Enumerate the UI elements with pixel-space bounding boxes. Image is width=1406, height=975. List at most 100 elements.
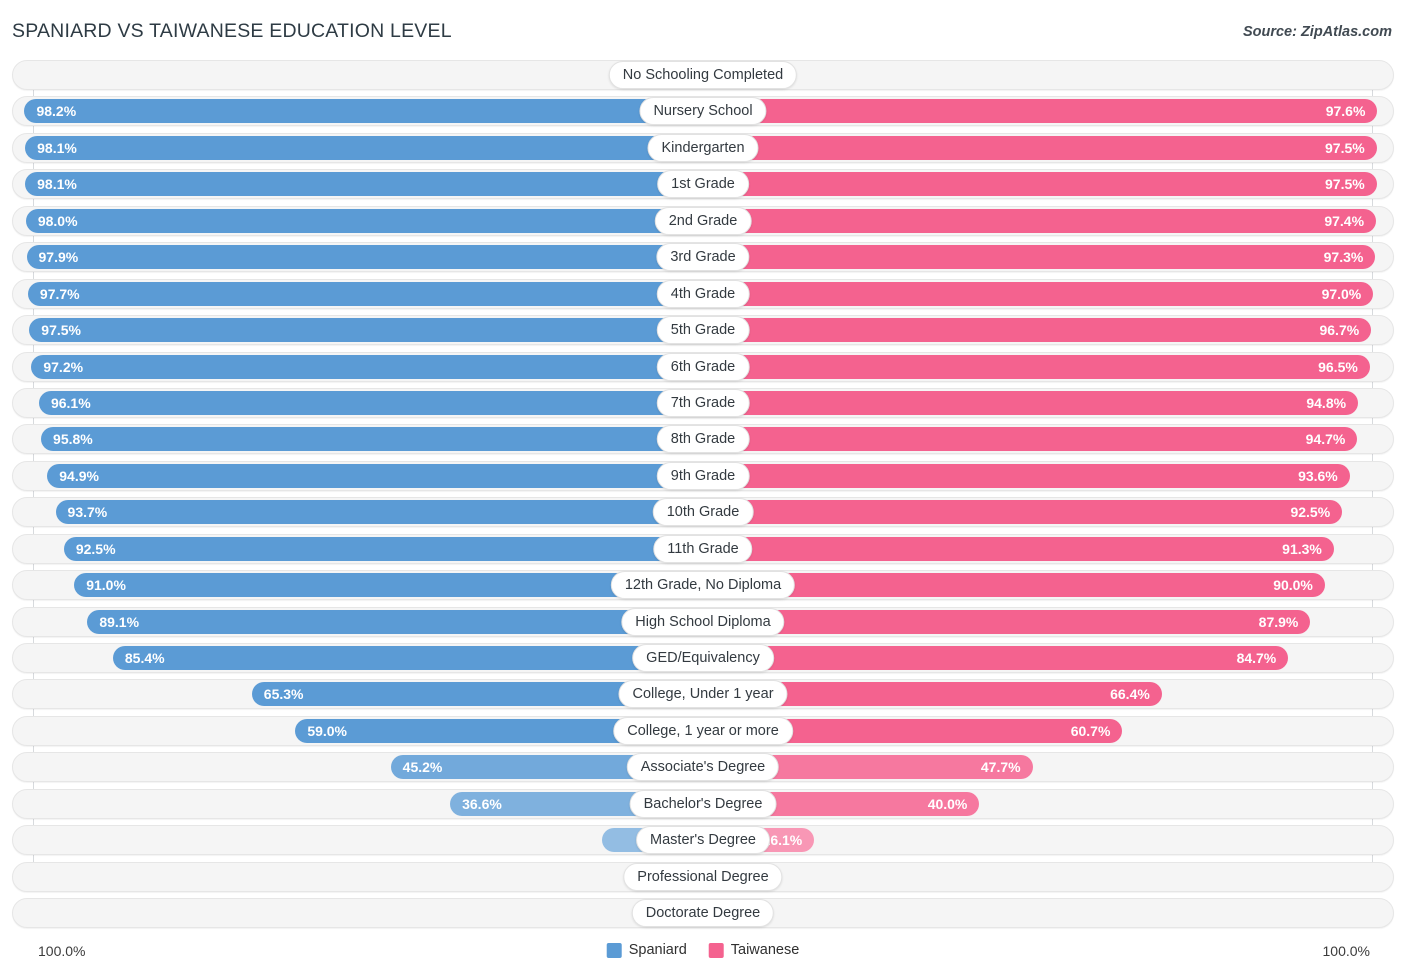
category-label[interactable]: Master's Degree bbox=[636, 826, 770, 855]
category-label[interactable]: 8th Grade bbox=[656, 425, 750, 454]
chart-legend: Spaniard Taiwanese bbox=[606, 942, 800, 958]
category-label[interactable]: High School Diploma bbox=[621, 607, 785, 636]
value-label-taiwanese: 40.0% bbox=[927, 795, 968, 812]
chart-row: 95.8% 94.7% 8th Grade bbox=[0, 424, 1406, 455]
category-label[interactable]: 10th Grade bbox=[652, 498, 754, 527]
category-label[interactable]: 2nd Grade bbox=[654, 206, 752, 235]
value-label-spaniard-wrap: 98.0% bbox=[26, 206, 703, 236]
chart-row: 14.6%16.1%Master's Degree bbox=[0, 825, 1406, 856]
diverging-bar-chart: 1.9%2.5%No Schooling Completed 98.2% 97.6%… bbox=[0, 60, 1406, 937]
value-label-spaniard: 45.2% bbox=[402, 759, 443, 776]
chart-row: 1.9%2.1%Doctorate Degree bbox=[0, 898, 1406, 929]
value-label-taiwanese-wrap: 96.5% bbox=[703, 352, 1370, 382]
value-label-taiwanese: 96.5% bbox=[1318, 358, 1358, 375]
category-label[interactable]: Associate's Degree bbox=[626, 753, 780, 782]
chart-row: 36.6% 40.0% Bachelor's Degree bbox=[0, 788, 1406, 819]
category-label[interactable]: Professional Degree bbox=[623, 862, 783, 891]
chart-row: 93.7% 92.5% 10th Grade bbox=[0, 497, 1406, 528]
value-label-spaniard: 36.6% bbox=[462, 795, 502, 812]
category-label[interactable]: 3rd Grade bbox=[656, 243, 750, 272]
value-label-spaniard: 96.1% bbox=[50, 394, 91, 411]
chart-row: 65.3% 66.4% College, Under 1 year bbox=[0, 679, 1406, 710]
value-label-spaniard-wrap: 97.2% bbox=[31, 352, 703, 382]
legend-label: Spaniard bbox=[628, 942, 687, 958]
chart-row: 97.5% 96.7% 5th Grade bbox=[0, 315, 1406, 346]
value-label-taiwanese-wrap: 97.6% bbox=[703, 96, 1377, 126]
value-label-spaniard-wrap: 89.1% bbox=[87, 607, 703, 637]
chart-row: 1.9%2.5%No Schooling Completed bbox=[0, 60, 1406, 90]
category-label[interactable]: Bachelor's Degree bbox=[629, 789, 777, 818]
value-label-taiwanese: 97.4% bbox=[1324, 212, 1365, 229]
category-label[interactable]: Doctorate Degree bbox=[631, 899, 775, 928]
chart-row: 59.0% 60.7% College, 1 year or more bbox=[0, 715, 1406, 746]
category-label[interactable]: 4th Grade bbox=[656, 279, 750, 308]
value-label-spaniard: 92.5% bbox=[75, 540, 116, 557]
value-label-taiwanese: 91.3% bbox=[1282, 540, 1322, 557]
chart-row: 94.9% 93.6% 9th Grade bbox=[0, 460, 1406, 491]
category-label[interactable]: College, 1 year or more bbox=[613, 716, 793, 745]
chart-row: 97.9% 97.3% 3rd Grade bbox=[0, 242, 1406, 273]
category-label[interactable]: 1st Grade bbox=[657, 170, 749, 199]
value-label-taiwanese: 97.0% bbox=[1321, 285, 1362, 302]
category-label[interactable]: Kindergarten bbox=[647, 133, 759, 162]
category-label[interactable]: 11th Grade bbox=[653, 534, 753, 563]
value-label-taiwanese-wrap: 96.7% bbox=[703, 315, 1371, 345]
value-label-taiwanese: 94.8% bbox=[1306, 394, 1347, 411]
value-label-taiwanese-wrap: 91.3% bbox=[703, 534, 1334, 564]
category-label[interactable]: 12th Grade, No Diploma bbox=[610, 571, 796, 600]
value-label-spaniard: 93.7% bbox=[67, 504, 108, 521]
value-label-spaniard-wrap: 96.1% bbox=[39, 388, 703, 418]
value-label-spaniard-wrap: 98.1% bbox=[25, 169, 703, 199]
chart-row: 97.2% 96.5% 6th Grade bbox=[0, 351, 1406, 382]
value-label-spaniard-wrap: 94.9% bbox=[47, 461, 703, 491]
value-label-taiwanese-wrap: 97.5% bbox=[703, 133, 1377, 163]
value-label-spaniard: 98.2% bbox=[36, 103, 77, 120]
value-label-spaniard-wrap: 92.5% bbox=[64, 534, 703, 564]
chart-page: SPANIARD VS TAIWANESE EDUCATION LEVEL So… bbox=[0, 0, 1406, 975]
legend-item[interactable]: Spaniard bbox=[606, 942, 687, 958]
legend-item[interactable]: Taiwanese bbox=[708, 942, 800, 958]
value-label-spaniard: 59.0% bbox=[307, 722, 348, 739]
value-label-spaniard: 98.1% bbox=[37, 139, 77, 156]
category-label[interactable]: Nursery School bbox=[639, 97, 767, 126]
value-label-spaniard-wrap: 98.2% bbox=[24, 96, 703, 126]
chart-row: 4.4%5.0%Professional Degree bbox=[0, 861, 1406, 892]
chart-row: 98.1% 97.5% 1st Grade bbox=[0, 169, 1406, 200]
value-label-taiwanese: 60.7% bbox=[1070, 722, 1111, 739]
chart-row: 98.1% 97.5% Kindergarten bbox=[0, 132, 1406, 163]
category-label[interactable]: GED/Equivalency bbox=[632, 644, 774, 672]
chart-row: 92.5% 91.3% 11th Grade bbox=[0, 533, 1406, 564]
axis-label-right: 100.0% bbox=[1322, 943, 1370, 959]
value-label-spaniard-wrap: 91.0% bbox=[74, 570, 703, 600]
value-label-taiwanese-wrap: 93.6% bbox=[703, 461, 1350, 491]
category-label[interactable]: College, Under 1 year bbox=[618, 680, 788, 709]
legend-swatch-icon bbox=[606, 942, 622, 958]
chart-rows: 1.9%2.5%No Schooling Completed 98.2% 97.6%… bbox=[0, 60, 1406, 935]
chart-row: 98.0% 97.4% 2nd Grade bbox=[0, 205, 1406, 236]
value-label-spaniard-wrap: 93.7% bbox=[56, 497, 703, 527]
value-label-taiwanese: 84.7% bbox=[1236, 650, 1277, 666]
category-label[interactable]: 9th Grade bbox=[656, 461, 750, 490]
value-label-spaniard-wrap: 98.1% bbox=[25, 133, 703, 163]
value-label-spaniard: 95.8% bbox=[53, 431, 93, 448]
category-label[interactable]: 6th Grade bbox=[656, 352, 750, 381]
chart-row: 98.2% 97.6% Nursery School bbox=[0, 96, 1406, 127]
value-label-taiwanese: 92.5% bbox=[1290, 504, 1331, 521]
category-label[interactable]: 7th Grade bbox=[656, 388, 750, 417]
category-label[interactable]: 5th Grade bbox=[656, 316, 750, 345]
value-label-spaniard: 94.9% bbox=[59, 467, 99, 484]
chart-row: 45.2% 47.7% Associate's Degree bbox=[0, 752, 1406, 783]
category-label[interactable]: No Schooling Completed bbox=[608, 61, 798, 89]
value-label-spaniard: 98.0% bbox=[37, 212, 78, 229]
value-label-taiwanese-wrap: 97.4% bbox=[703, 206, 1376, 236]
value-label-spaniard: 85.4% bbox=[124, 650, 165, 666]
legend-label: Taiwanese bbox=[730, 942, 800, 958]
value-label-spaniard: 97.7% bbox=[39, 285, 80, 302]
value-label-taiwanese: 90.0% bbox=[1273, 577, 1313, 594]
value-label-spaniard: 97.5% bbox=[41, 322, 81, 339]
value-label-taiwanese: 97.5% bbox=[1325, 139, 1365, 156]
value-label-taiwanese-wrap: 87.9% bbox=[703, 607, 1310, 637]
value-label-spaniard: 98.1% bbox=[37, 176, 77, 193]
chart-row: 96.1% 94.8% 7th Grade bbox=[0, 387, 1406, 418]
value-label-taiwanese-wrap: 90.0% bbox=[703, 570, 1325, 600]
